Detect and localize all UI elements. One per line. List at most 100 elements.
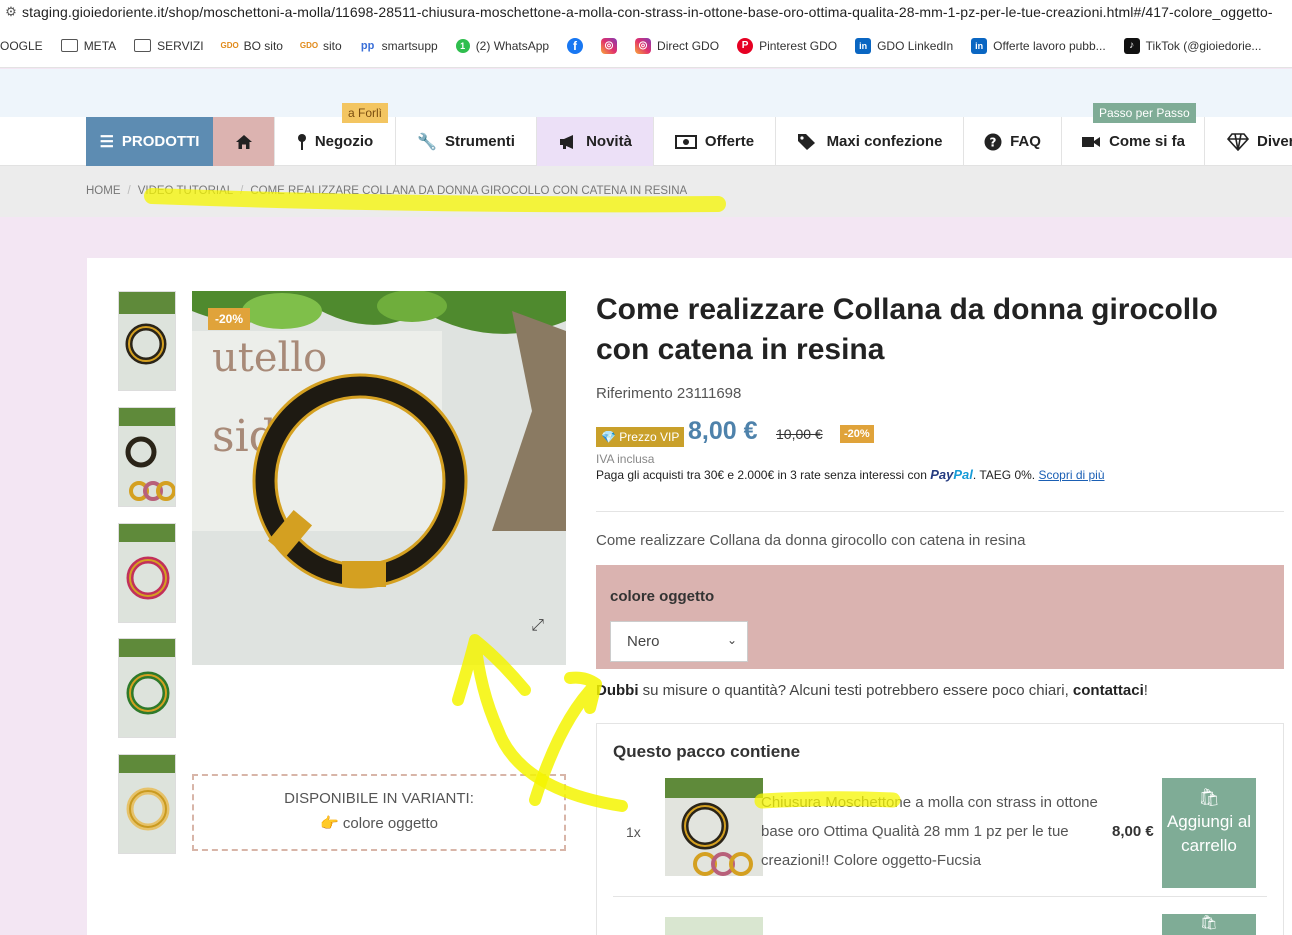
shopping-bag-icon: 🛍 [1198, 788, 1220, 807]
discount-badge: -20% [208, 308, 251, 330]
nav-label: Offerte [704, 133, 755, 150]
site-settings-icon[interactable]: ⚙ [0, 4, 22, 20]
product-reference: Riferimento 23111698 [596, 385, 742, 402]
bookmark-smartsupp[interactable]: pp smartsupp [360, 38, 438, 54]
bookmark-label: (2) WhatsApp [475, 38, 550, 53]
nav-label: Come si fa [1109, 133, 1185, 150]
nav-label: Negozio [314, 133, 374, 150]
product-thumbnail[interactable] [118, 523, 176, 623]
paypal-learn-more-link[interactable]: Scopri di più [1038, 468, 1104, 482]
pack-contents: Questo pacco contiene 1x Chiusura Mosche… [596, 723, 1284, 935]
product-thumbnail[interactable] [118, 638, 176, 738]
bookmark-servizi[interactable]: SERVIZI [134, 38, 204, 53]
bookmark-tiktok[interactable]: ♪ TikTok (@gioiedorie... [1123, 37, 1262, 54]
pointing-hand-icon: 👉 [320, 815, 339, 832]
bookmark-instagram[interactable]: ◎ [601, 37, 618, 54]
pack-item-qty: 1x [626, 824, 641, 840]
bookmark-sito[interactable]: GDO sito [300, 38, 342, 54]
paypal-logo-2: Pal [953, 467, 973, 482]
bookmark-direct-gdo[interactable]: ◎ Direct GDO [635, 37, 720, 54]
product-price: 8,00 € [688, 417, 758, 445]
bookmark-meta[interactable]: META [60, 39, 116, 53]
tax-note: IVA inclusa [596, 452, 655, 466]
gdo-icon: GDO [220, 41, 239, 50]
ring-image [119, 292, 175, 390]
bookmark-label: TikTok (@gioiedorie... [1145, 38, 1262, 53]
instagram-icon: ◎ [601, 37, 618, 54]
main-nav: ☰ PRODOTTI Negozio 🔧 Strumenti Novità Offe… [0, 117, 1292, 166]
product-thumbnail[interactable] [118, 407, 176, 507]
bookmark-google[interactable]: OOGLE [0, 39, 43, 53]
bookmark-linkedin[interactable]: in GDO LinkedIn [855, 37, 953, 54]
nav-faq[interactable]: ? FAQ [964, 117, 1062, 166]
product-thumbnail[interactable] [118, 754, 176, 854]
tiktok-icon: ♪ [1123, 37, 1140, 54]
bookmark-pinterest[interactable]: P Pinterest GDO [737, 37, 838, 54]
nav-strumenti[interactable]: 🔧 Strumenti [396, 117, 537, 166]
bookmark-facebook[interactable]: f [567, 37, 584, 54]
bookmark-label: Direct GDO [657, 38, 720, 53]
bookmark-offerte-lavoro[interactable]: in Offerte lavoro pubb... [971, 37, 1106, 54]
menu-icon: ☰ [99, 133, 114, 151]
bookmark-label: SERVIZI [157, 38, 204, 53]
diamond-icon: 💎 [601, 430, 616, 444]
product-main-image[interactable]: utello sid -20% ⤢ [192, 291, 566, 665]
nav-prodotti[interactable]: ☰ PRODOTTI [86, 117, 213, 166]
ring-image [119, 639, 175, 737]
nav-novita[interactable]: Novità [537, 117, 654, 166]
add-to-cart-button[interactable]: 🛍 [1162, 914, 1256, 935]
variants-title: DISPONIBILE IN VARIANTI: [284, 790, 474, 807]
ring-image: utello sid [192, 291, 566, 665]
address-bar[interactable]: ⚙ staging.gioiedoriente.it/shop/moschett… [0, 0, 1292, 24]
nav-label: Diver [1257, 133, 1292, 150]
pack-item-image[interactable] [665, 917, 763, 935]
bookmark-label: smartsupp [381, 38, 438, 53]
divider [613, 896, 1267, 897]
bookmark-label: OOGLE [0, 38, 43, 53]
breadcrumb: HOME / VIDEO TUTORIAL / COME REALIZZARE COLL… [86, 185, 687, 197]
paypal-installments: Paga gli acquisti tra 30€ e 2.000€ in 3 … [596, 467, 1105, 482]
nav-negozio[interactable]: Negozio [275, 117, 396, 166]
expand-icon[interactable]: ⤢ [531, 617, 544, 635]
question-icon: ? [984, 133, 1002, 150]
add-to-cart-button[interactable]: 🛍 Aggiungi al carrello [1162, 778, 1256, 888]
old-price: 10,00 € [776, 426, 823, 442]
nav-maxi-confezione[interactable]: Maxi confezione [776, 117, 964, 166]
bookmarks-bar: OOGLE META SERVIZI GDO BO sito GDO sito pp… [0, 24, 1292, 68]
nav-offerte[interactable]: Offerte [654, 117, 776, 166]
bookmark-label: Offerte lavoro pubb... [993, 38, 1106, 53]
ring-image [119, 408, 175, 506]
whatsapp-icon: 1 [455, 38, 470, 53]
ring-image [665, 778, 763, 876]
bookmark-bo-sito[interactable]: GDO BO sito [220, 38, 283, 54]
breadcrumb-home[interactable]: HOME [86, 185, 121, 197]
ring-image [119, 755, 175, 853]
paypal-text: Paga gli acquisti tra 30€ e 2.000€ in 3 … [596, 468, 927, 482]
bookmark-whatsapp[interactable]: 1 (2) WhatsApp [455, 38, 550, 53]
smartsupp-icon: pp [360, 39, 375, 52]
nav-diver[interactable]: Diver [1205, 117, 1292, 166]
nav-come-si-fa[interactable]: Come si fa [1062, 117, 1205, 166]
vip-price-badge: 💎 Prezzo VIP [596, 427, 685, 447]
paypal-taeg: . TAEG 0%. [972, 468, 1036, 482]
divider [596, 511, 1284, 512]
bookmark-label: BO sito [243, 38, 283, 53]
color-select[interactable]: Nero ⌄ [610, 621, 748, 662]
nav-home[interactable] [213, 117, 275, 166]
add-to-cart-label: Aggiungi al carrello [1166, 812, 1252, 855]
variants-item[interactable]: 👉 colore oggetto [194, 814, 564, 832]
contact-link[interactable]: contattaci [1073, 682, 1144, 699]
doubts-end: ! [1143, 682, 1148, 699]
pack-item-image[interactable] [665, 778, 763, 876]
doubts-text: su misure o quantità? Alcuni testi potre… [638, 682, 1073, 699]
breadcrumb-separator: / [240, 185, 244, 197]
svg-text:utello: utello [212, 335, 327, 381]
pack-item-name[interactable]: Chiusura Moschettone a molla con strass … [761, 788, 1101, 875]
pinterest-icon: P [737, 37, 754, 54]
nav-label: PRODOTTI [121, 133, 200, 150]
product-thumbnail[interactable] [118, 291, 176, 391]
bookmark-label: Pinterest GDO [759, 38, 838, 53]
shopping-bag-icon: 🛍 [1200, 914, 1218, 930]
breadcrumb-tutorial[interactable]: VIDEO TUTORIAL [138, 185, 233, 197]
tags-icon [797, 133, 815, 150]
